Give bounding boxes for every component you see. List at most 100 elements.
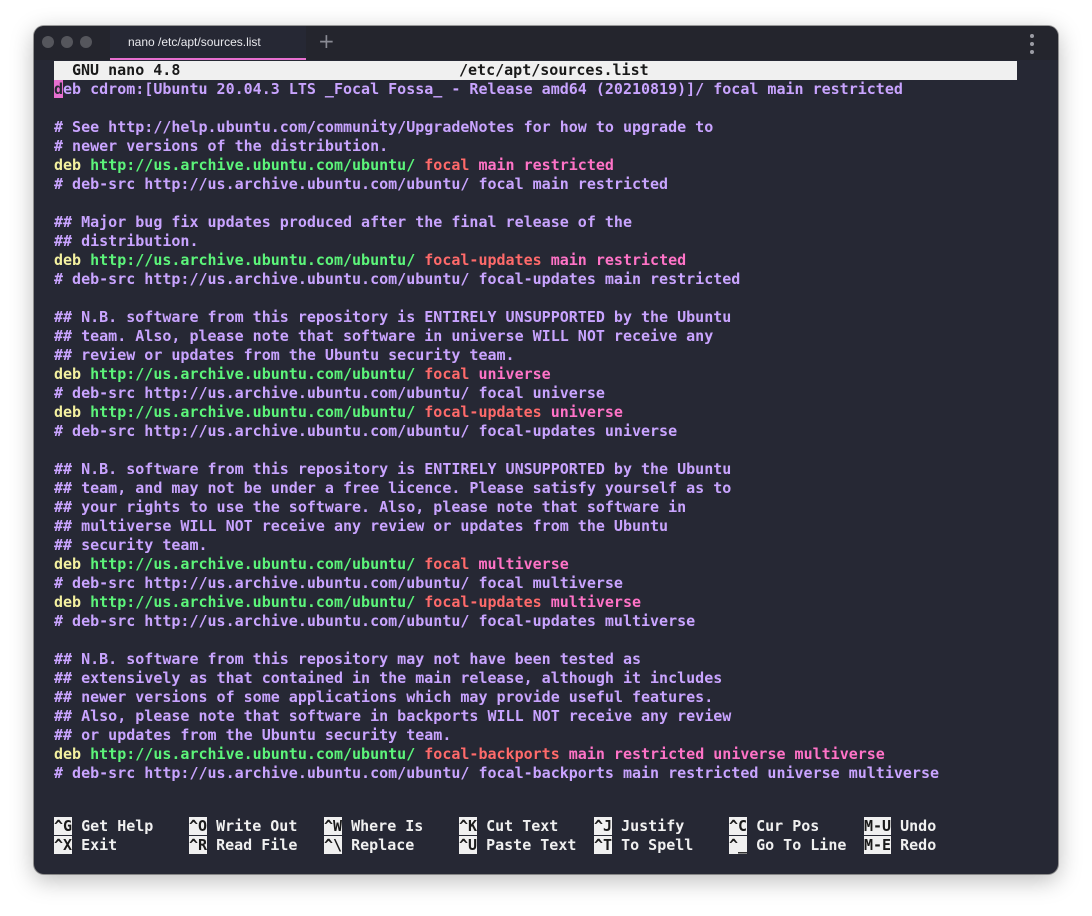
editor-line: deb http://us.archive.ubuntu.com/ubuntu/…: [54, 593, 641, 612]
editor-line: ## your rights to use the software. Also…: [54, 498, 686, 517]
shortcut-replace: ^\ Replace: [324, 836, 414, 855]
line-segment: http://us.archive.ubuntu.com/ubuntu/: [90, 251, 425, 269]
line-segment: focal: [424, 156, 479, 174]
line-segment: http://us.archive.ubuntu.com/ubuntu/: [90, 403, 425, 421]
editor-line: ## newer versions of some applications w…: [54, 688, 713, 707]
zoom-window-button[interactable]: [80, 36, 92, 48]
nano-version: GNU nano 4.8: [72, 61, 181, 79]
editor-line: deb http://us.archive.ubuntu.com/ubuntu/…: [54, 156, 614, 175]
editor-line: # deb-src http://us.archive.ubuntu.com/u…: [54, 764, 939, 783]
shortcut-undo: M-U Undo: [864, 817, 936, 836]
shortcut-key: ^O: [189, 817, 208, 835]
line-segment: multiverse: [550, 593, 642, 611]
editor-line: ## N.B. software from this repository is…: [54, 460, 731, 479]
close-window-button[interactable]: [42, 36, 54, 48]
line-segment: focal-updates: [424, 593, 551, 611]
editor-line: # deb-src http://us.archive.ubuntu.com/u…: [54, 422, 677, 441]
line-segment: deb: [54, 251, 91, 269]
line-segment: # deb-src http://us.archive.ubuntu.com/u…: [54, 612, 696, 630]
line-segment: main restricted: [550, 251, 687, 269]
editor-line: deb http://us.archive.ubuntu.com/ubuntu/…: [54, 403, 623, 422]
shortcut-key: ^X: [54, 836, 73, 854]
line-segment: deb: [54, 593, 91, 611]
editor-line: # newer versions of the distribution.: [54, 137, 388, 156]
shortcut-key: ^C: [729, 817, 748, 835]
shortcut-key: M-E: [864, 836, 892, 854]
shortcut-cur-pos: ^C Cur Pos: [729, 817, 819, 836]
shortcut-write-out: ^O Write Out: [189, 817, 297, 836]
line-segment: focal-updates: [424, 251, 551, 269]
line-segment: ## Also, please note that software in ba…: [54, 707, 732, 725]
shortcut-label: Justify: [621, 817, 685, 835]
nano-filename: /etc/apt/sources.list: [459, 61, 649, 79]
nano-title-bar: GNU nano 4.8 /etc/apt/sources.list: [54, 61, 1017, 80]
line-segment: deb: [54, 745, 91, 763]
line-segment: ## team. Also, please note that software…: [54, 327, 714, 345]
text-cursor: d: [54, 80, 64, 98]
editor-line: # deb-src http://us.archive.ubuntu.com/u…: [54, 384, 605, 403]
shortcut-key: ^\: [324, 836, 343, 854]
editor-line: ## team, and may not be under a free lic…: [54, 479, 731, 498]
editor-line: ## Major bug fix updates produced after …: [54, 213, 632, 232]
shortcut-label: Exit: [81, 836, 118, 854]
editor-line: deb http://us.archive.ubuntu.com/ubuntu/…: [54, 251, 686, 270]
shortcut-label: Paste Text: [486, 836, 577, 854]
shortcut-key: ^U: [459, 836, 478, 854]
shortcut-key: M-U: [864, 817, 892, 835]
shortcut-justify: ^J Justify: [594, 817, 684, 836]
line-segment: # deb-src http://us.archive.ubuntu.com/u…: [54, 574, 623, 592]
line-segment: deb: [54, 156, 91, 174]
line-segment: ## distribution.: [54, 232, 199, 250]
shortcut-paste-text: ^U Paste Text: [459, 836, 576, 855]
line-segment: # deb-src http://us.archive.ubuntu.com/u…: [54, 175, 669, 193]
line-segment: # deb-src http://us.archive.ubuntu.com/u…: [54, 422, 678, 440]
minimize-window-button[interactable]: [61, 36, 73, 48]
shortcut-key: ^G: [54, 817, 73, 835]
shortcut-exit: ^X Exit: [54, 836, 117, 855]
shortcut-key: ^T: [594, 836, 613, 854]
line-segment: ## review or updates from the Ubuntu sec…: [54, 346, 515, 364]
editor-line: ## extensively as that contained in the …: [54, 669, 722, 688]
shortcut-where-is: ^W Where Is: [324, 817, 423, 836]
terminal-content[interactable]: GNU nano 4.8 /etc/apt/sources.list deb c…: [54, 61, 1038, 871]
line-segment: ## team, and may not be under a free lic…: [54, 479, 732, 497]
shortcut-key: ^R: [189, 836, 208, 854]
editor-line: ## N.B. software from this repository ma…: [54, 650, 641, 669]
shortcut-label: Write Out: [216, 817, 298, 835]
tab-nano-sources-list[interactable]: nano /etc/apt/sources.list: [110, 26, 306, 60]
shortcut-go-to-line: ^_ Go To Line: [729, 836, 846, 855]
shortcut-read-file: ^R Read File: [189, 836, 297, 855]
shortcut-key: ^_: [729, 836, 748, 854]
line-segment: focal-updates: [424, 403, 551, 421]
line-segment: ## N.B. software from this repository is…: [54, 460, 732, 478]
line-segment: http://us.archive.ubuntu.com/ubuntu/: [90, 555, 425, 573]
shortcut-redo: M-E Redo: [864, 836, 936, 855]
editor-line: ## distribution.: [54, 232, 199, 251]
line-segment: ## extensively as that contained in the …: [54, 669, 723, 687]
line-segment: # deb-src http://us.archive.ubuntu.com/u…: [54, 764, 940, 782]
line-segment: multiverse: [478, 555, 569, 573]
editor-line: ## multiverse WILL NOT receive any revie…: [54, 517, 668, 536]
shortcut-label: Replace: [351, 836, 415, 854]
line-segment: deb: [54, 365, 91, 383]
shortcut-key: ^W: [324, 817, 343, 835]
editor-line: ## security team.: [54, 536, 208, 555]
title-bar: nano /etc/apt/sources.list +: [34, 26, 1058, 60]
more-options-icon[interactable]: [1029, 34, 1035, 54]
line-segment: # deb-src http://us.archive.ubuntu.com/u…: [54, 270, 741, 288]
shortcut-label: Redo: [900, 836, 937, 854]
shortcut-label: To Spell: [621, 836, 694, 854]
editor-line: # deb-src http://us.archive.ubuntu.com/u…: [54, 612, 695, 631]
line-segment: deb: [54, 403, 91, 421]
shortcut-label: Read File: [216, 836, 298, 854]
line-segment: http://us.archive.ubuntu.com/ubuntu/: [90, 593, 425, 611]
new-tab-plus-icon[interactable]: +: [318, 30, 335, 52]
line-segment: main restricted: [478, 156, 614, 174]
shortcut-label: Go To Line: [756, 836, 847, 854]
line-segment: # deb-src http://us.archive.ubuntu.com/u…: [54, 384, 605, 402]
shortcut-label: Cur Pos: [756, 817, 820, 835]
line-segment: # See http://help.ubuntu.com/community/U…: [54, 118, 714, 136]
shortcut-get-help: ^G Get Help: [54, 817, 153, 836]
editor-line: ## N.B. software from this repository is…: [54, 308, 731, 327]
shortcut-label: Get Help: [81, 817, 154, 835]
